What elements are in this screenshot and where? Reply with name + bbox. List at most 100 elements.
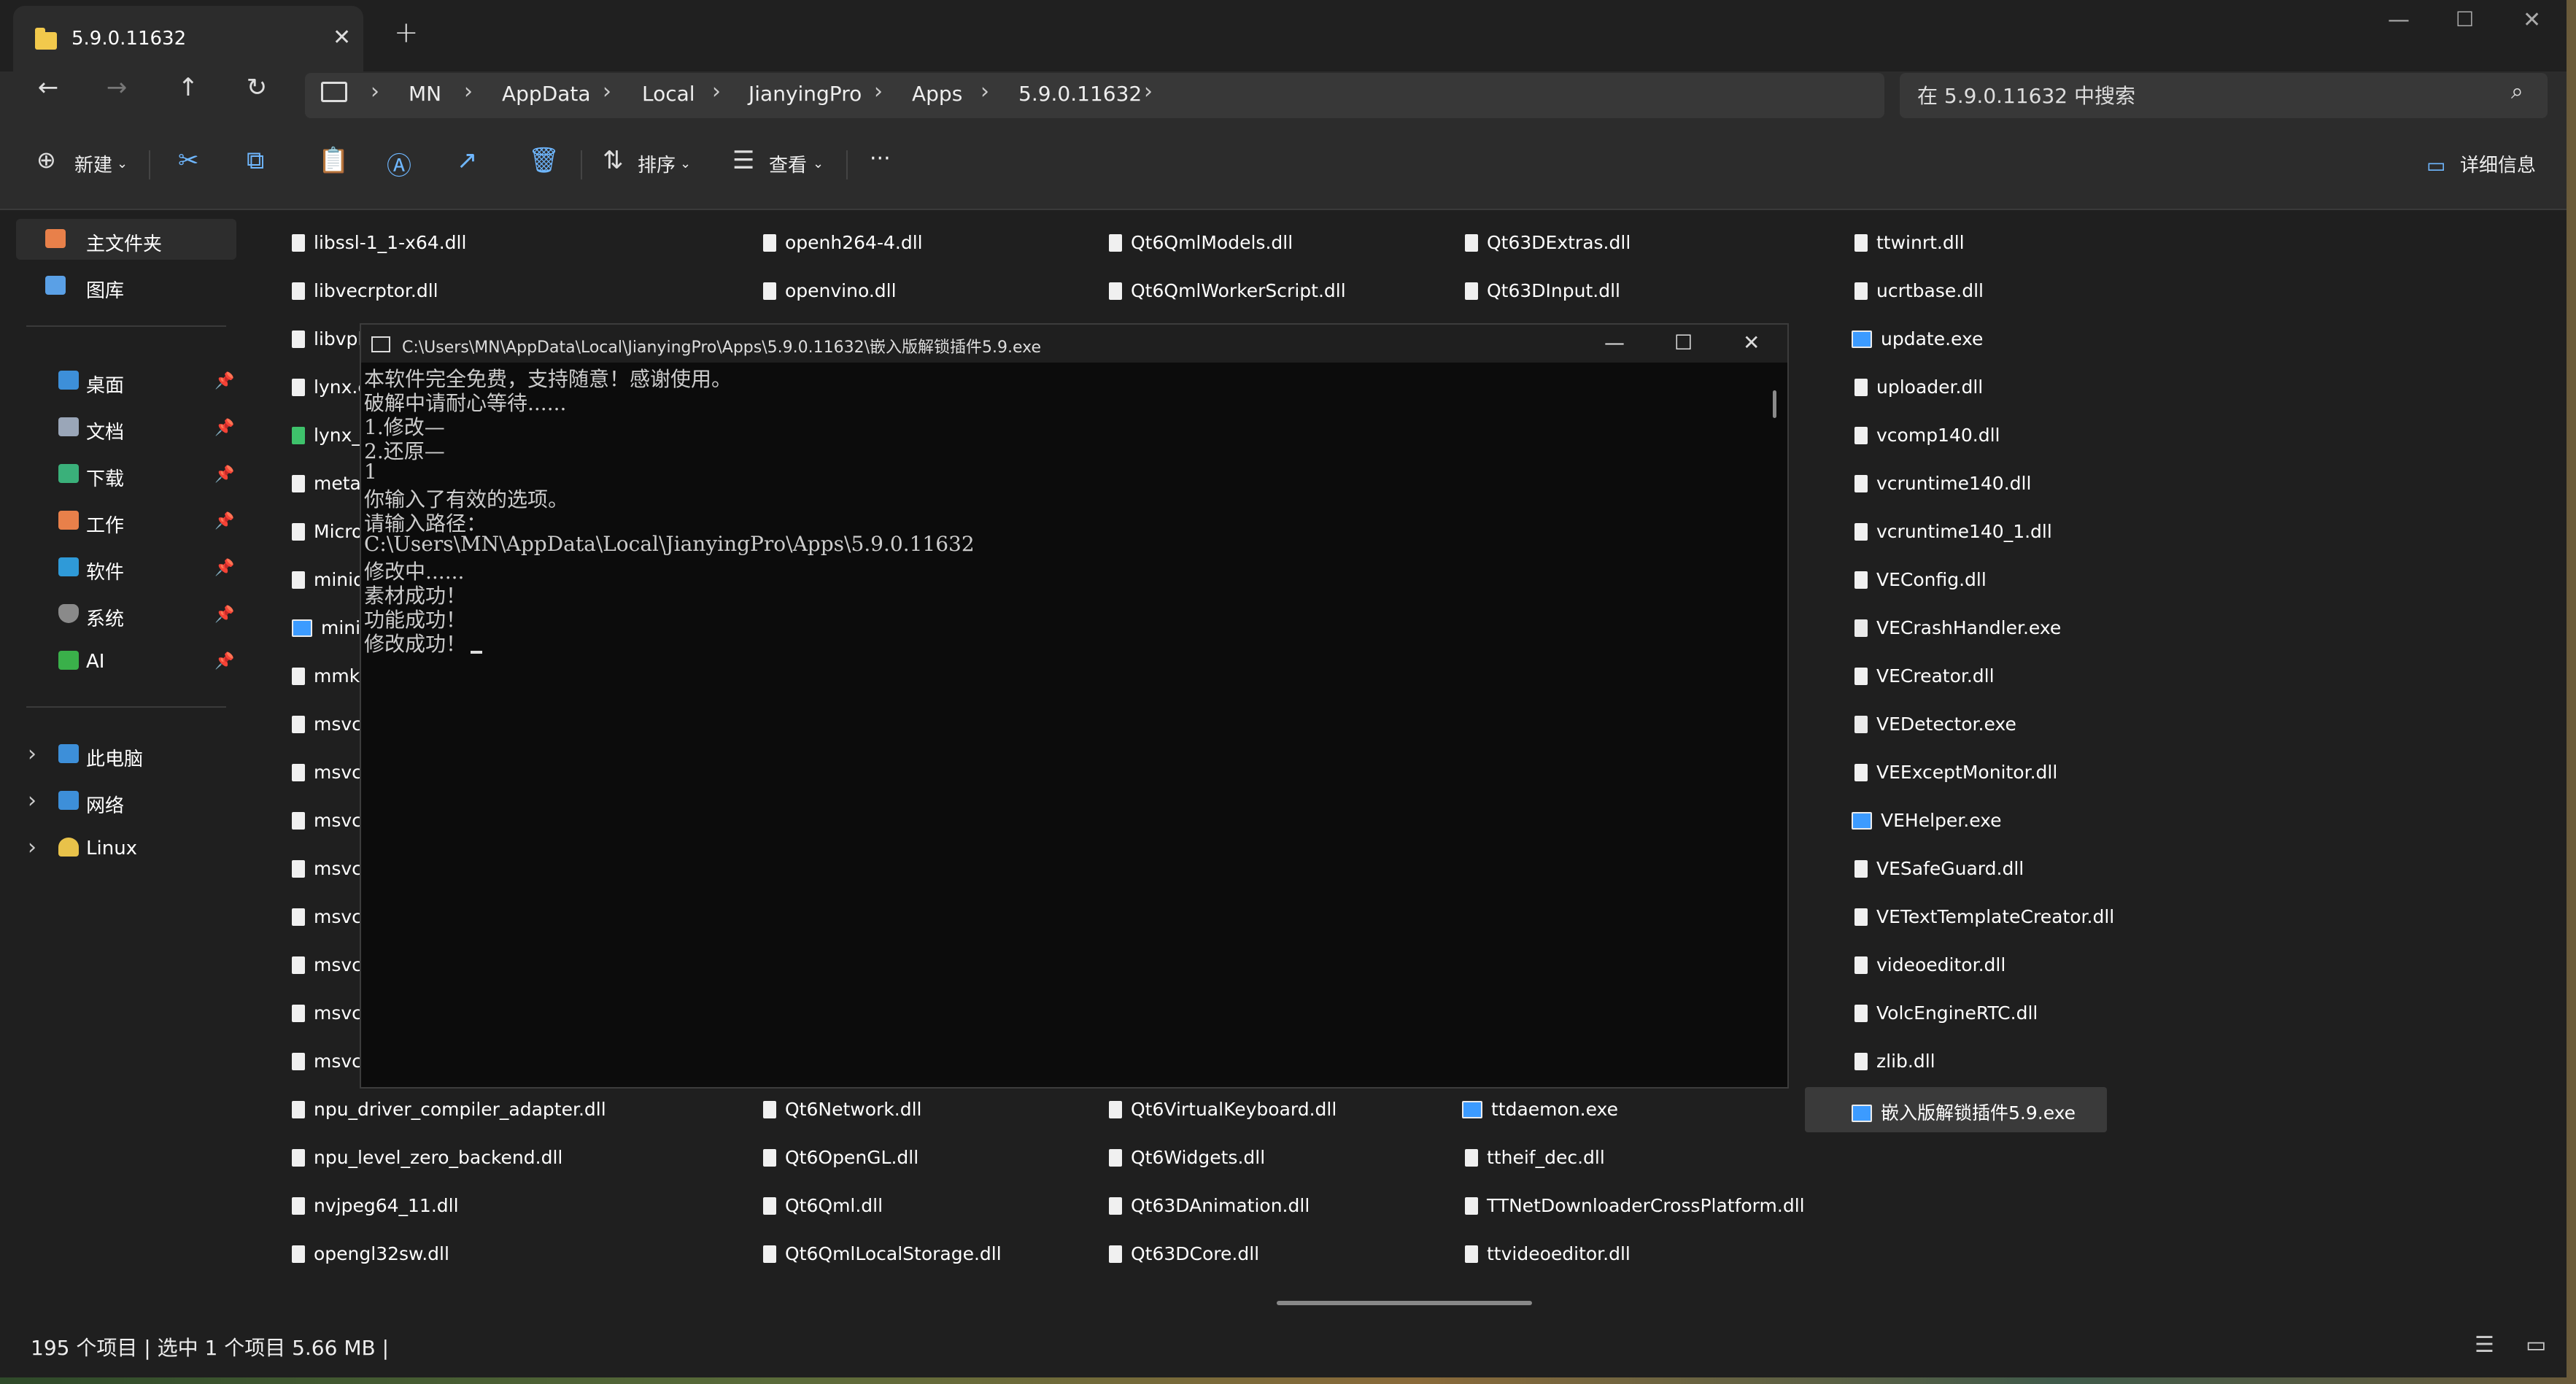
pin-icon[interactable]: 📌: [214, 512, 234, 530]
list-item[interactable]: VETextTemplateCreator.dll: [1854, 906, 2114, 927]
list-item[interactable]: Qt6Qml.dll: [763, 1195, 883, 1216]
list-item[interactable]: zlib.dll: [1854, 1051, 1935, 1072]
list-item[interactable]: msvc: [292, 1051, 362, 1072]
sidebar-item-documents[interactable]: 文档: [86, 417, 124, 444]
list-item[interactable]: npu_level_zero_backend.dll: [292, 1147, 562, 1168]
list-item[interactable]: ttdaemon.exe: [1462, 1099, 1618, 1120]
list-item[interactable]: msvc: [292, 906, 362, 927]
refresh-icon[interactable]: ↻: [235, 73, 279, 102]
more-options-button[interactable]: ···: [870, 146, 891, 171]
breadcrumb-item[interactable]: Local: [642, 82, 695, 106]
list-item[interactable]: opengl32sw.dll: [292, 1243, 449, 1264]
chevron-down-icon[interactable]: ⌄: [813, 156, 824, 171]
chevron-right-icon[interactable]: ›: [28, 788, 36, 813]
horizontal-scrollbar[interactable]: [1277, 1301, 1532, 1305]
list-item[interactable]: Qt63DExtras.dll: [1465, 232, 1631, 253]
list-item[interactable]: msvc: [292, 1002, 362, 1024]
list-item[interactable]: lynx_: [292, 425, 361, 446]
pin-icon[interactable]: 📌: [214, 606, 234, 624]
chevron-down-icon[interactable]: ⌄: [117, 156, 128, 171]
list-item[interactable]: msvc: [292, 810, 362, 831]
list-item[interactable]: VEHelper.exe: [1852, 810, 2002, 831]
sidebar-item-network[interactable]: 网络: [86, 791, 124, 818]
list-item[interactable]: Qt6QmlModels.dll: [1109, 232, 1293, 253]
tiles-view-icon[interactable]: ▭: [2526, 1332, 2546, 1358]
maximize-button[interactable]: ☐: [1674, 330, 1693, 355]
list-item[interactable]: openh264-4.dll: [763, 232, 923, 253]
view-icon[interactable]: ☰: [732, 146, 754, 175]
sidebar-item-downloads[interactable]: 下载: [86, 464, 124, 491]
list-item[interactable]: VESafeGuard.dll: [1854, 858, 2024, 879]
list-item[interactable]: msvc: [292, 858, 362, 879]
list-item[interactable]: VEDetector.exe: [1854, 714, 2016, 735]
details-view-icon[interactable]: ☰: [2475, 1332, 2494, 1358]
chevron-right-icon[interactable]: ›: [28, 741, 36, 767]
chevron-right-icon[interactable]: ›: [980, 79, 989, 104]
sort-icon[interactable]: ⇅: [603, 146, 624, 175]
pin-icon[interactable]: 📌: [214, 465, 234, 484]
breadcrumb-item[interactable]: 5.9.0.11632: [1018, 82, 1142, 106]
list-item[interactable]: Qt6VirtualKeyboard.dll: [1109, 1099, 1337, 1120]
list-item[interactable]: Qt63DCore.dll: [1109, 1243, 1259, 1264]
minimize-button[interactable]: —: [1604, 330, 1625, 355]
details-pane-icon[interactable]: ▭: [2426, 153, 2445, 177]
details-button[interactable]: 详细信息: [2460, 150, 2536, 177]
list-item[interactable]: openvino.dll: [763, 280, 897, 301]
list-item[interactable]: Qt63DAnimation.dll: [1109, 1195, 1310, 1216]
delete-icon[interactable]: 🗑: [528, 146, 560, 175]
list-item[interactable]: lynx.c: [292, 376, 368, 398]
sidebar-item-this-pc[interactable]: 此电脑: [86, 744, 143, 771]
sidebar-item-desktop[interactable]: 桌面: [86, 371, 124, 398]
chevron-right-icon[interactable]: ›: [464, 79, 473, 104]
cut-icon[interactable]: ✂: [178, 146, 199, 175]
sidebar-item-system[interactable]: 系统: [86, 604, 124, 631]
list-item[interactable]: VECrashHandler.exe: [1854, 617, 2061, 638]
forward-icon[interactable]: →: [95, 73, 139, 102]
breadcrumb-item[interactable]: AppData: [502, 82, 591, 106]
breadcrumb-item[interactable]: JianyingPro: [749, 82, 862, 106]
list-item[interactable]: msvc: [292, 954, 362, 975]
add-icon[interactable]: ⊕: [36, 146, 56, 174]
new-tab-button[interactable]: +: [394, 16, 419, 50]
list-item[interactable]: vcomp140.dll: [1854, 425, 2000, 446]
list-item[interactable]: msvc: [292, 714, 362, 735]
sidebar-item-gallery[interactable]: 图库: [86, 276, 124, 303]
chevron-right-icon[interactable]: ›: [1144, 79, 1153, 104]
sidebar-item-work[interactable]: 工作: [86, 511, 124, 538]
copy-icon[interactable]: ⧉: [247, 146, 264, 175]
list-item[interactable]: meta: [292, 473, 361, 494]
up-icon[interactable]: ↑: [166, 73, 210, 102]
rename-icon[interactable]: Ⓐ: [387, 146, 411, 182]
list-item[interactable]: libvpl: [292, 328, 363, 349]
list-item[interactable]: ttheif_dec.dll: [1465, 1147, 1605, 1168]
pin-icon[interactable]: 📌: [214, 419, 234, 437]
list-item[interactable]: uploader.dll: [1854, 376, 1983, 398]
tab-active[interactable]: 5.9.0.11632 ✕: [13, 6, 363, 71]
sort-button[interactable]: 排序: [638, 150, 676, 177]
chevron-right-icon[interactable]: ›: [874, 79, 883, 104]
sidebar-item-home[interactable]: 主文件夹: [86, 229, 162, 256]
list-item[interactable]: minid: [292, 569, 365, 590]
sidebar-item-linux[interactable]: Linux: [86, 838, 137, 859]
list-item[interactable]: vcruntime140.dll: [1854, 473, 2031, 494]
list-item[interactable]: ttvideoeditor.dll: [1465, 1243, 1631, 1264]
list-item[interactable]: Qt6Widgets.dll: [1109, 1147, 1265, 1168]
sidebar-item-ai[interactable]: AI: [86, 651, 104, 673]
chevron-right-icon[interactable]: ›: [28, 835, 36, 860]
list-item[interactable]: vcruntime140_1.dll: [1854, 521, 2052, 542]
list-item[interactable]: Qt6QmlWorkerScript.dll: [1109, 280, 1346, 301]
new-button[interactable]: 新建: [74, 150, 112, 177]
search-icon[interactable]: ⌕: [2511, 79, 2523, 104]
list-item[interactable]: libssl-1_1-x64.dll: [292, 232, 466, 253]
view-button[interactable]: 查看: [769, 150, 807, 177]
breadcrumb-item[interactable]: MN: [409, 82, 441, 106]
list-item[interactable]: Qt63DInput.dll: [1465, 280, 1620, 301]
pin-icon[interactable]: 📌: [214, 372, 234, 390]
minimize-button[interactable]: —: [2388, 7, 2410, 33]
list-item[interactable]: mmkv: [292, 665, 371, 687]
maximize-button[interactable]: ☐: [2456, 7, 2474, 31]
list-item[interactable]: msvc: [292, 762, 362, 783]
list-item[interactable]: libvecrptor.dll: [292, 280, 438, 301]
console-output[interactable]: 本软件完全免费，支持随意！感谢使用。 破解中请耐心等待...... 1.修改— …: [361, 363, 1769, 1084]
list-item[interactable]: Qt6Network.dll: [763, 1099, 921, 1120]
